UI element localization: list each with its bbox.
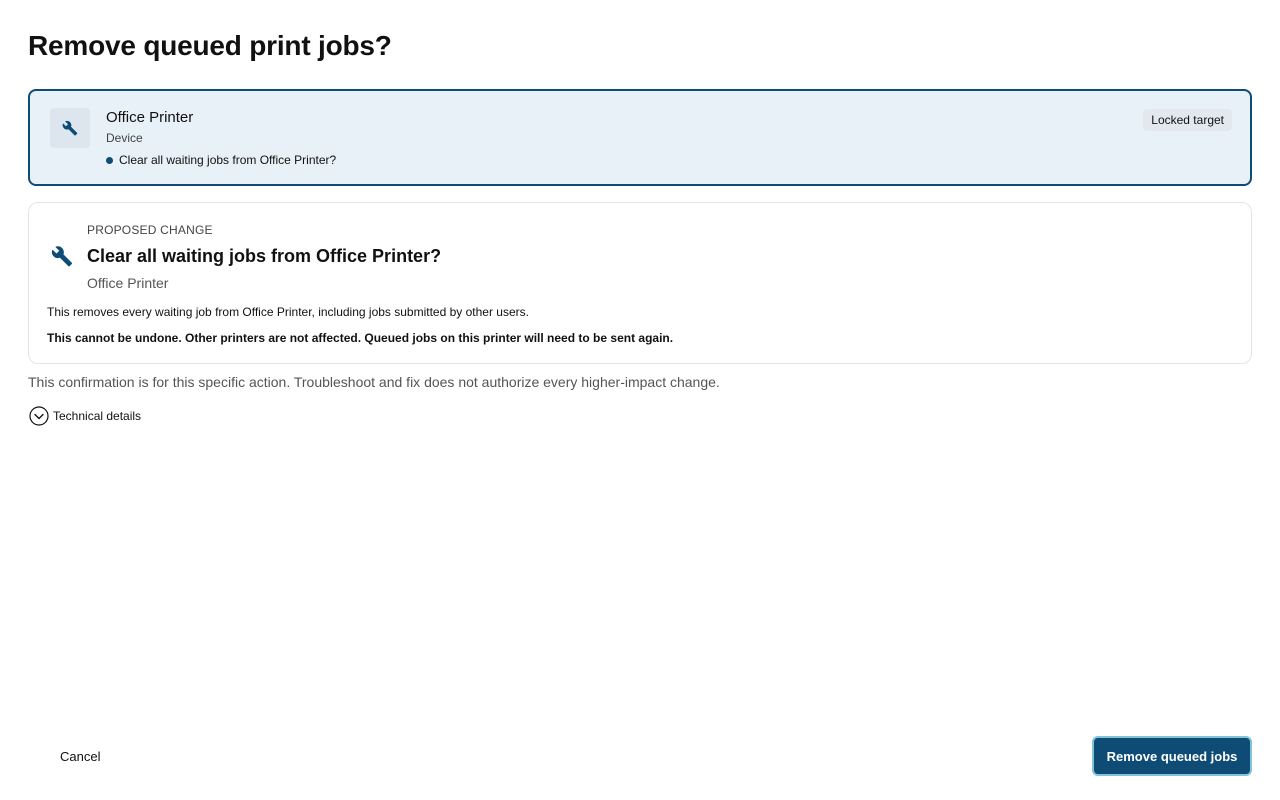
technical-details-toggle[interactable]: Technical details bbox=[29, 406, 141, 426]
proposed-change-title: Clear all waiting jobs from Office Print… bbox=[87, 246, 442, 266]
chevron-down-circle-icon bbox=[29, 406, 49, 426]
target-icon-container bbox=[50, 108, 90, 148]
locked-target-badge: Locked target bbox=[1143, 109, 1232, 131]
proposed-change-description: This removes every waiting job from Offi… bbox=[47, 305, 529, 319]
proposed-change-subject: Office Printer bbox=[87, 275, 169, 291]
authorization-note: This confirmation is for this specific a… bbox=[28, 374, 720, 390]
target-card: Office Printer Device Clear all waiting … bbox=[28, 89, 1252, 186]
wrench-icon bbox=[51, 246, 73, 267]
bullet-dot-icon bbox=[106, 156, 113, 164]
cancel-button[interactable]: Cancel bbox=[44, 738, 116, 774]
technical-details-label: Technical details bbox=[53, 409, 142, 423]
wrench-icon bbox=[62, 120, 78, 136]
target-name: Office Printer bbox=[106, 109, 194, 126]
target-kind: Device bbox=[106, 131, 143, 145]
proposed-change-warning: This cannot be undone. Other printers ar… bbox=[47, 331, 674, 345]
target-action: Clear all waiting jobs from Office Print… bbox=[106, 153, 336, 167]
proposed-change-eyebrow: PROPOSED CHANGE bbox=[87, 223, 213, 237]
remove-queued-jobs-button[interactable]: Remove queued jobs bbox=[1092, 736, 1252, 776]
proposed-change-card: PROPOSED CHANGE Clear all waiting jobs f… bbox=[28, 202, 1252, 364]
page-title: Remove queued print jobs? bbox=[28, 30, 392, 61]
target-action-text: Clear all waiting jobs from Office Print… bbox=[119, 153, 337, 167]
confirmation-dialog: Remove queued print jobs? Office Printer… bbox=[0, 0, 1280, 800]
